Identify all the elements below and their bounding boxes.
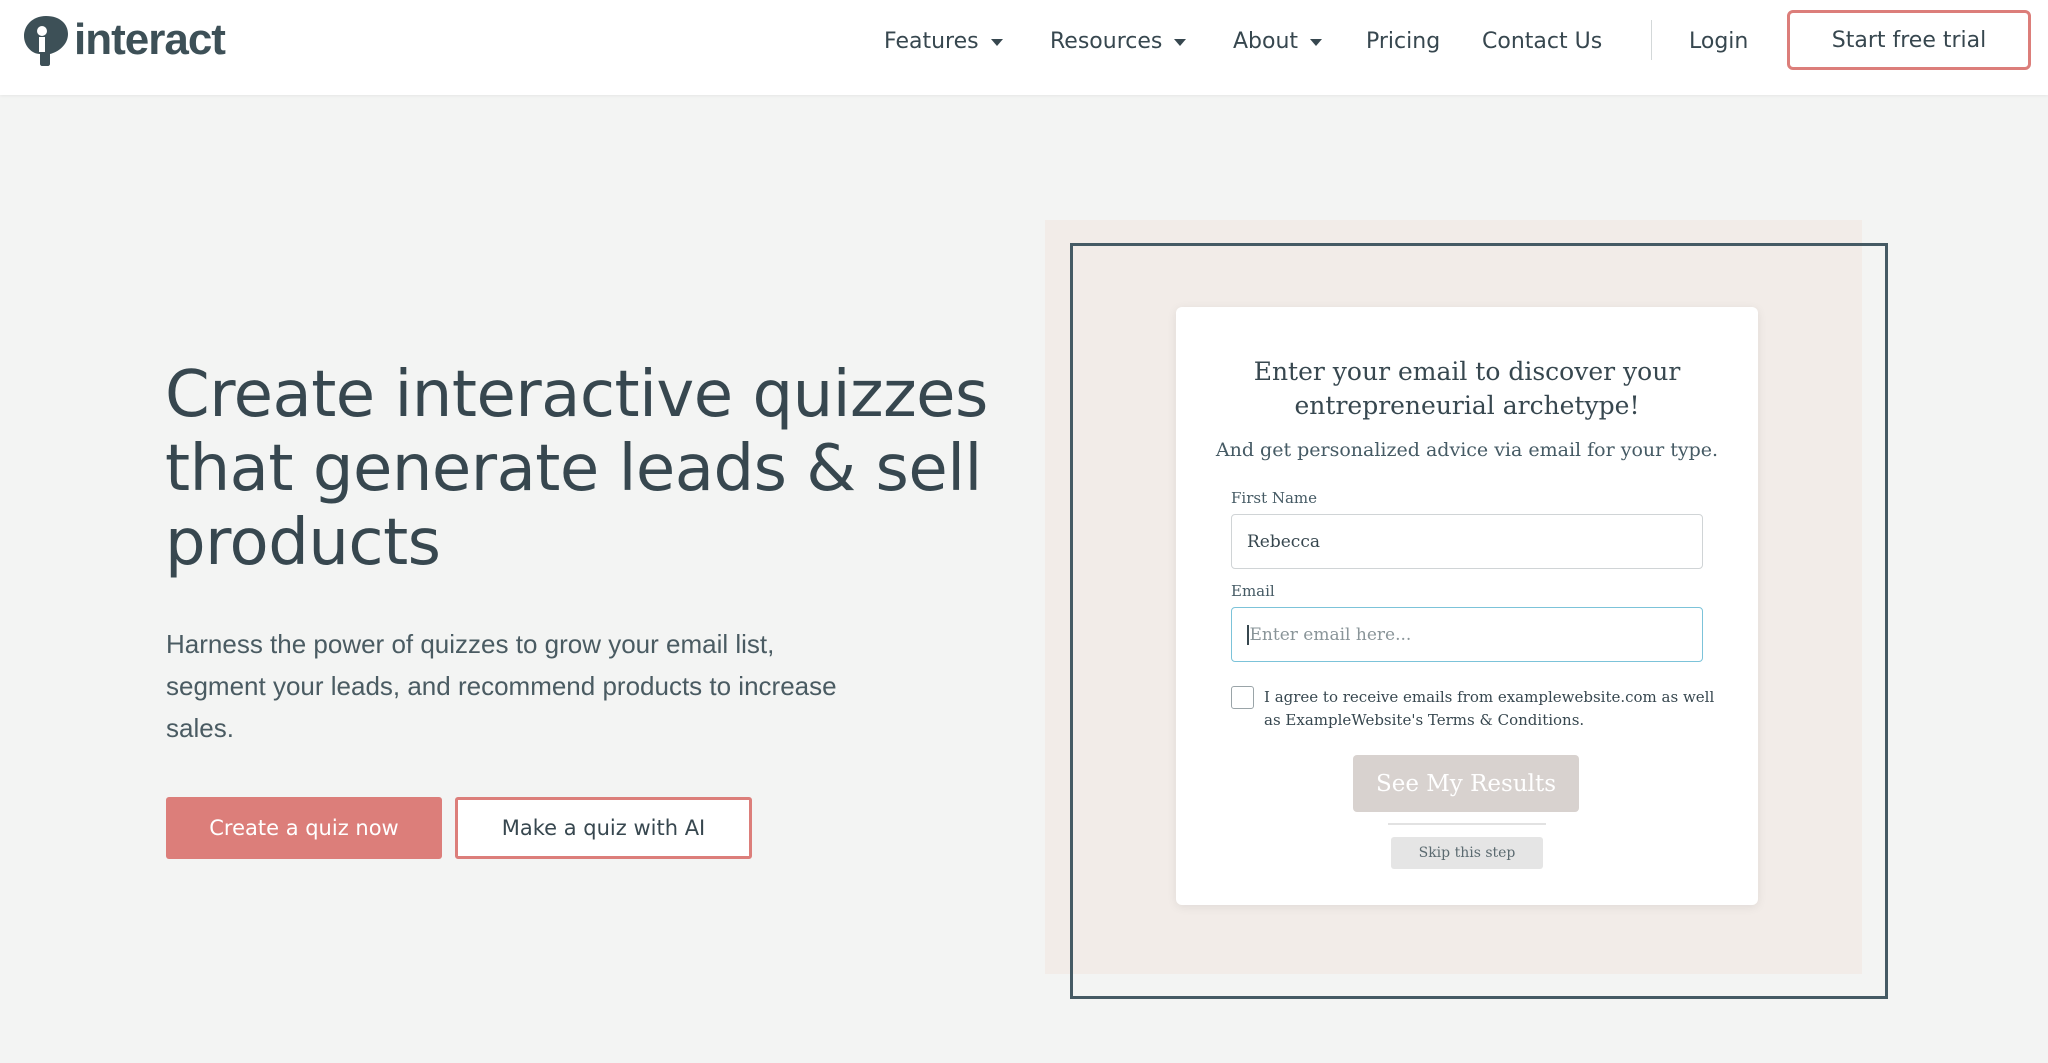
quiz-lead-form-card: Enter your email to discover your entrep…	[1176, 307, 1758, 905]
consent-checkbox[interactable]	[1231, 686, 1254, 709]
create-quiz-button[interactable]: Create a quiz now	[166, 797, 442, 859]
quiz-form-title: Enter your email to discover your entrep…	[1253, 357, 1681, 420]
nav-item-about[interactable]: About	[1233, 24, 1323, 58]
caret-down-icon	[1174, 38, 1187, 46]
first-name-field[interactable]: Rebecca	[1231, 514, 1703, 569]
site-header: interact Features Resources About Pricin…	[0, 0, 2048, 95]
nav-divider	[1651, 20, 1652, 60]
first-name-value: Rebecca	[1247, 531, 1320, 552]
first-name-label: First Name	[1231, 489, 1318, 507]
email-placeholder: Enter email here...	[1249, 624, 1412, 645]
nav-item-contact[interactable]: Contact Us	[1482, 24, 1602, 58]
consent-label: I agree to receive emails from examplewe…	[1264, 688, 1715, 729]
email-field[interactable]: Enter email here...	[1231, 607, 1703, 662]
quiz-form-description: And get personalized advice via email fo…	[1215, 439, 1719, 461]
skip-step-button[interactable]: Skip this step	[1391, 837, 1543, 869]
nav-item-pricing[interactable]: Pricing	[1366, 24, 1440, 58]
caret-down-icon	[1310, 38, 1323, 46]
nav-item-features[interactable]: Features	[884, 24, 1003, 58]
nav-item-label: Resources	[1050, 28, 1163, 54]
login-link[interactable]: Login	[1689, 24, 1748, 58]
nav-item-resources[interactable]: Resources	[1050, 24, 1187, 58]
nav-item-label: Pricing	[1366, 28, 1441, 54]
nav-item-label: About	[1233, 28, 1299, 54]
text-cursor	[1247, 624, 1249, 645]
see-my-results-button[interactable]: See My Results	[1353, 755, 1579, 812]
email-label: Email	[1231, 582, 1275, 600]
login-label: Login	[1689, 28, 1749, 54]
nav-item-label: Contact Us	[1482, 28, 1603, 54]
main-nav: Features Resources About Pricing Contact…	[0, 0, 2048, 80]
make-quiz-ai-button[interactable]: Make a quiz with AI	[455, 797, 752, 859]
start-free-trial-button[interactable]: Start free trial	[1787, 10, 2031, 70]
hero-title: Create interactive quizzes that generate…	[165, 358, 988, 580]
caret-down-icon	[990, 38, 1003, 46]
hero-subtitle: Harness the power of quizzes to grow you…	[166, 629, 837, 743]
nav-item-label: Features	[884, 28, 979, 54]
divider	[1388, 823, 1546, 825]
